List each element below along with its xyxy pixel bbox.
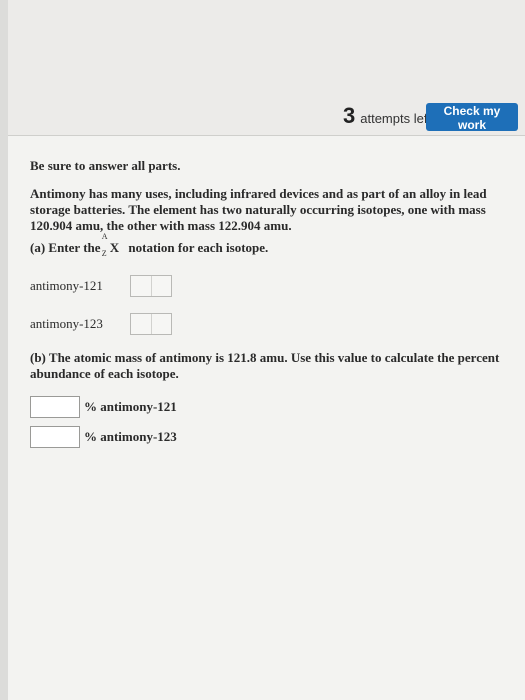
percent-row-123: % antimony-123 bbox=[30, 426, 500, 448]
element-symbol-label: X bbox=[109, 240, 120, 255]
instructions-text: Be sure to answer all parts. bbox=[30, 158, 181, 173]
attempts-count: 3 bbox=[343, 103, 356, 128]
percent-label: % antimony-121 bbox=[84, 399, 177, 414]
azx-notation: A X Z bbox=[101, 233, 125, 258]
question-content: Be sure to answer all parts. Antimony ha… bbox=[30, 158, 500, 456]
percent-antimony-121-input[interactable] bbox=[30, 396, 80, 418]
isotope-notation-input[interactable] bbox=[130, 275, 172, 297]
isotope-row-121: antimony-121 bbox=[30, 274, 500, 298]
part-a-prefix: (a) Enter the bbox=[30, 240, 101, 255]
check-my-work-button[interactable]: Check my work bbox=[426, 103, 518, 132]
attempts-indicator: 3 attempts left bbox=[343, 103, 431, 131]
isotope-label: antimony-123 bbox=[30, 316, 103, 331]
part-a-suffix: notation for each isotope. bbox=[128, 240, 269, 255]
isotope-row-123: antimony-123 bbox=[30, 312, 500, 336]
mass-number-label: A bbox=[101, 232, 108, 241]
part-a-prompt: (a) Enter the A X Z notation for each is… bbox=[30, 233, 500, 258]
attempts-label: attempts left bbox=[360, 111, 432, 126]
problem-text: Antimony has many uses, including infrar… bbox=[30, 186, 487, 233]
isotope-label: antimony-121 bbox=[30, 278, 103, 293]
atomic-number-label: Z bbox=[101, 249, 107, 258]
isotope-notation-input[interactable] bbox=[130, 313, 172, 335]
top-toolbar: 3 attempts left Check my work bbox=[8, 0, 525, 136]
percent-row-121: % antimony-121 bbox=[30, 396, 500, 418]
percent-label: % antimony-123 bbox=[84, 429, 177, 444]
percent-antimony-123-input[interactable] bbox=[30, 426, 80, 448]
part-b-prompt: (b) The atomic mass of antimony is 121.8… bbox=[30, 350, 500, 381]
